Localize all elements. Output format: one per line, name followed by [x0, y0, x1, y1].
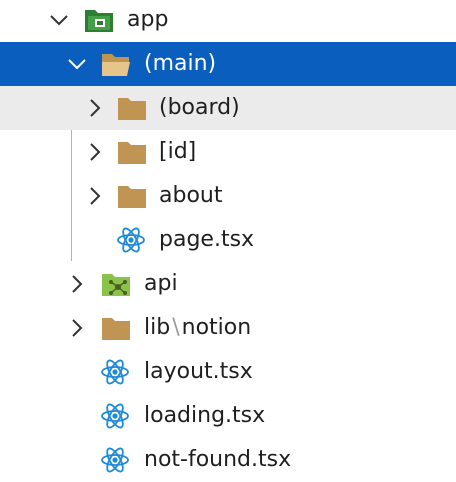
tree-item-about[interactable]: about [0, 174, 456, 218]
tree-item-layout-tsx[interactable]: layout.tsx [0, 350, 456, 394]
react-icon [117, 227, 145, 253]
tree-item-label: page.tsx [159, 227, 255, 252]
tree-item-label: about [159, 183, 223, 208]
api-folder-icon [102, 274, 130, 296]
tree-item-label: app [127, 7, 169, 32]
file-explorer-tree: app (main) (board) [id] about page.tsx a… [0, 0, 456, 482]
tree-item-label: layout.tsx [144, 359, 253, 384]
tree-item-label: (board) [159, 95, 240, 120]
folder-icon [118, 142, 146, 164]
app-folder-icon [85, 10, 113, 32]
chevron-right-icon[interactable] [84, 141, 106, 163]
path-segment-notion: notion [181, 315, 252, 340]
react-icon [101, 359, 129, 385]
folder-icon [102, 318, 130, 340]
chevron-down-icon[interactable] [48, 9, 70, 31]
path-segment-lib: lib [144, 315, 171, 340]
chevron-right-icon[interactable] [84, 97, 106, 119]
tree-item-label: lib\notion [144, 306, 251, 350]
react-icon [101, 403, 129, 429]
folder-icon [118, 186, 146, 208]
chevron-right-icon[interactable] [84, 185, 106, 207]
tree-item-api[interactable]: api [0, 262, 456, 306]
tree-item-loading-tsx[interactable]: loading.tsx [0, 394, 456, 438]
tree-item-page-tsx[interactable]: page.tsx [0, 218, 456, 262]
tree-item-app[interactable]: app [0, 0, 456, 42]
chevron-right-icon[interactable] [66, 317, 88, 339]
tree-item-board[interactable]: (board) [0, 86, 456, 130]
tree-item-label: (main) [144, 51, 217, 76]
tree-item-not-found-tsx[interactable]: not-found.tsx [0, 438, 456, 482]
tree-item-label: [id] [159, 139, 197, 164]
tree-item-label: not-found.tsx [144, 447, 292, 472]
react-icon [101, 447, 129, 473]
chevron-right-icon[interactable] [66, 273, 88, 295]
tree-item-label: loading.tsx [144, 403, 266, 428]
folder-open-icon [102, 54, 130, 76]
tree-item-lib-notion[interactable]: lib\notion [0, 306, 456, 350]
tree-item-label: api [144, 271, 178, 296]
tree-item-id[interactable]: [id] [0, 130, 456, 174]
chevron-down-icon[interactable] [66, 53, 88, 75]
folder-icon [118, 98, 146, 120]
path-separator: \ [172, 315, 180, 340]
tree-item-main[interactable]: (main) [0, 42, 456, 86]
